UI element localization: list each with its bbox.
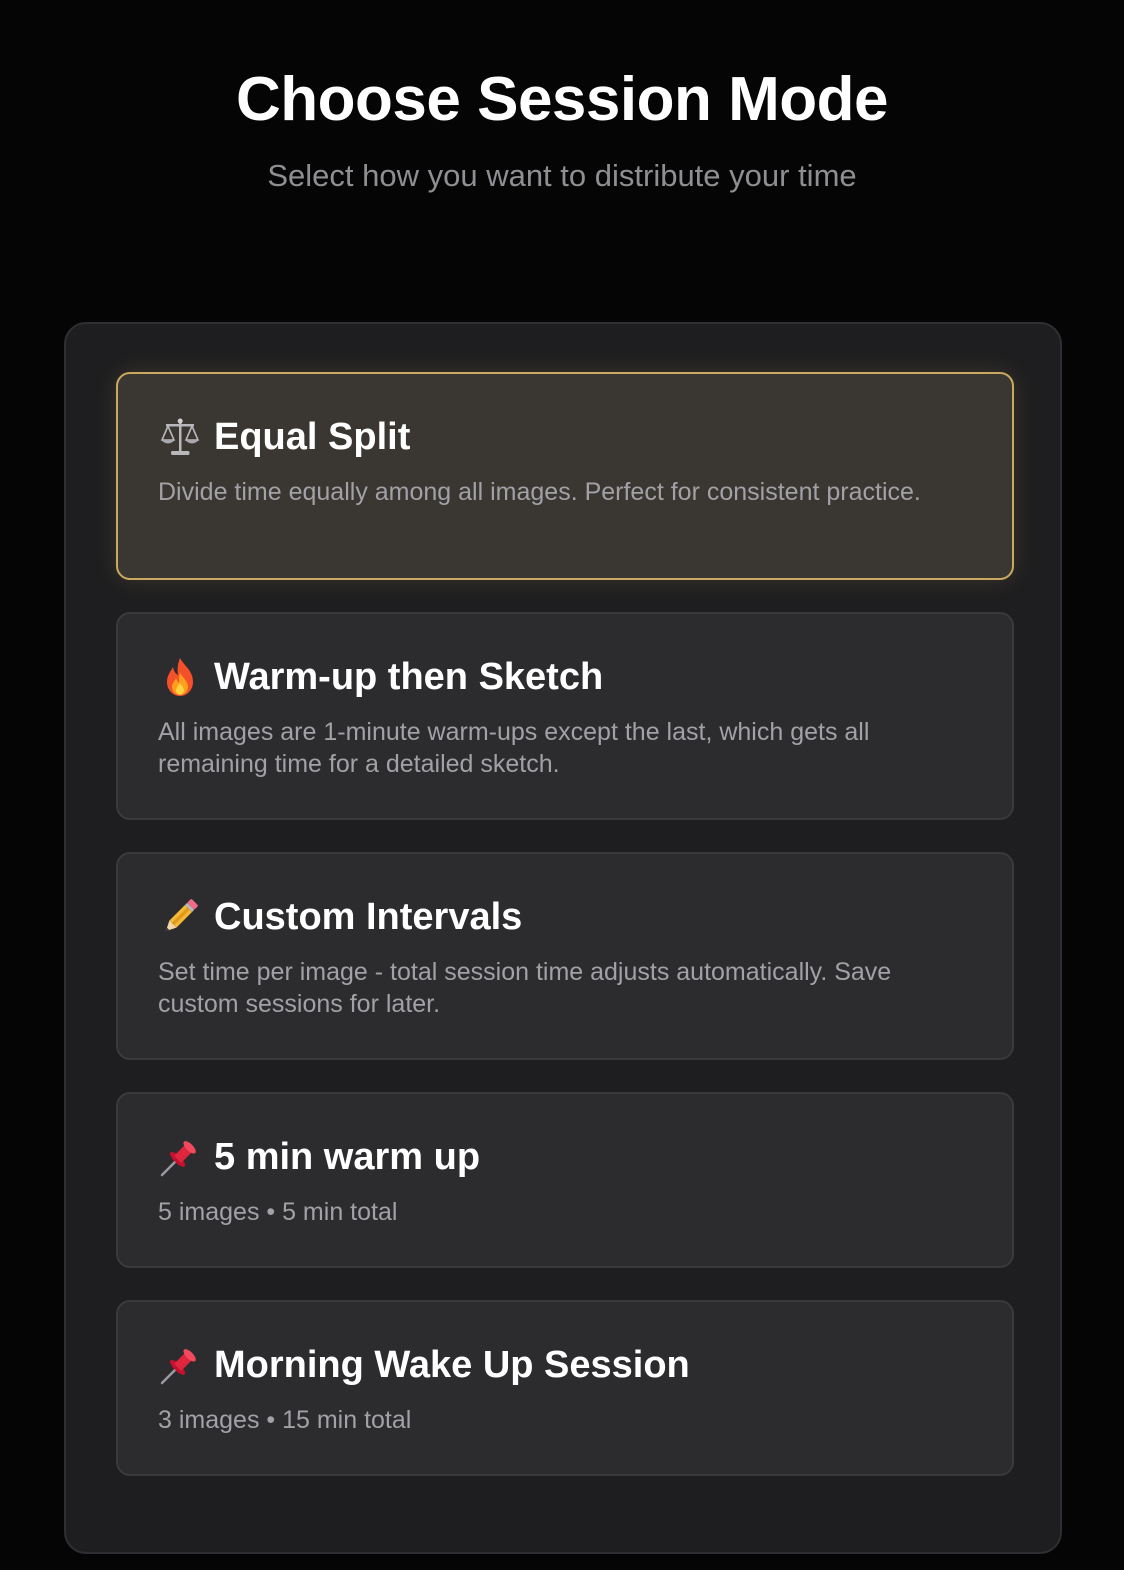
mode-card-warm-up-then-sketch[interactable]: Warm-up then Sketch All images are 1-min… bbox=[116, 612, 1014, 820]
mode-card-title: 5 min warm up bbox=[214, 1136, 481, 1178]
mode-card-title: Custom Intervals bbox=[214, 896, 523, 938]
fire-icon bbox=[158, 655, 202, 699]
mode-card-header: 5 min warm up bbox=[158, 1132, 972, 1182]
mode-card-title: Equal Split bbox=[214, 416, 411, 458]
mode-card-description: Divide time equally among all images. Pe… bbox=[158, 478, 921, 506]
scales-icon bbox=[158, 415, 202, 459]
mode-card-5-min-warm-up[interactable]: 5 min warm up 5 images • 5 min total bbox=[116, 1092, 1014, 1268]
mode-card-description: Set time per image - total session time … bbox=[158, 958, 892, 1018]
page-title: Choose Session Mode bbox=[236, 65, 888, 134]
page-subtitle: Select how you want to distribute your t… bbox=[267, 158, 857, 193]
pushpin-icon bbox=[158, 1135, 202, 1179]
mode-card-header: Equal Split bbox=[158, 412, 972, 462]
session-mode-screen: Choose Session Mode Select how you want … bbox=[0, 0, 1124, 1570]
mode-card-header: Morning Wake Up Session bbox=[158, 1340, 972, 1390]
mode-card-description: All images are 1-minute warm-ups except … bbox=[158, 718, 870, 778]
pencil-icon bbox=[158, 895, 202, 939]
mode-list-panel: Equal Split Divide time equally among al… bbox=[64, 322, 1062, 1554]
mode-card-header: Warm-up then Sketch bbox=[158, 652, 972, 702]
mode-card-description: 3 images • 15 min total bbox=[158, 1406, 412, 1434]
mode-card-title: Warm-up then Sketch bbox=[214, 656, 604, 698]
mode-card-title: Morning Wake Up Session bbox=[214, 1344, 690, 1386]
mode-card-header: Custom Intervals bbox=[158, 892, 972, 942]
mode-card-custom-intervals[interactable]: Custom Intervals Set time per image - to… bbox=[116, 852, 1014, 1060]
mode-card-description: 5 images • 5 min total bbox=[158, 1198, 398, 1226]
pushpin-icon bbox=[158, 1343, 202, 1387]
mode-card-equal-split[interactable]: Equal Split Divide time equally among al… bbox=[116, 372, 1014, 580]
header: Choose Session Mode Select how you want … bbox=[0, 62, 1124, 196]
mode-card-morning-wake-up-session[interactable]: Morning Wake Up Session 3 images • 15 mi… bbox=[116, 1300, 1014, 1476]
